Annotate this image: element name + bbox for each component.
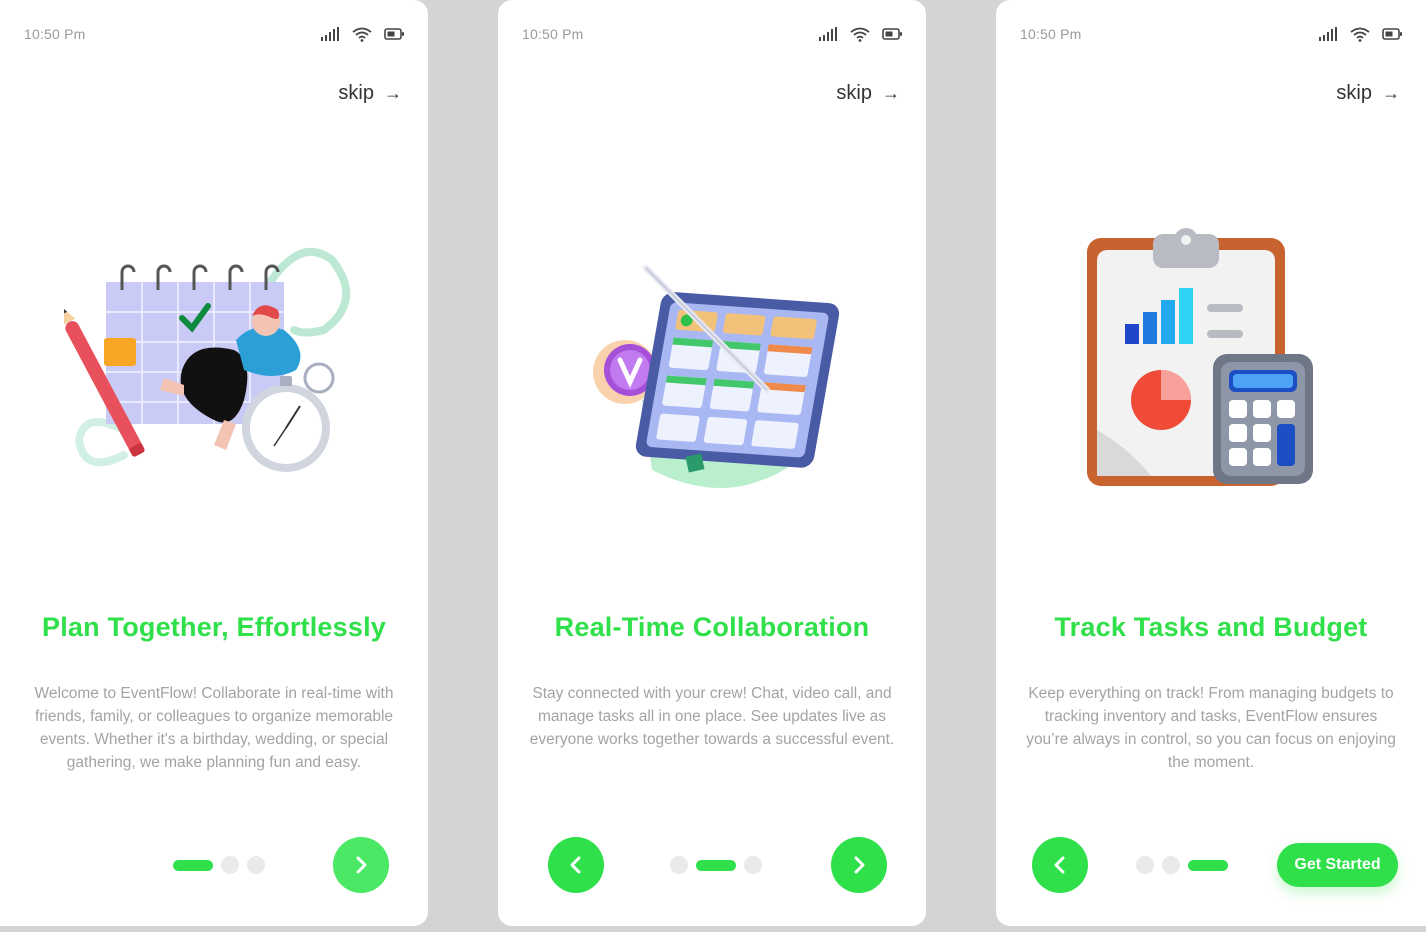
signal-icon bbox=[819, 27, 837, 41]
wifi-icon bbox=[352, 27, 372, 42]
calendar-person-stopwatch-illustration bbox=[64, 247, 351, 472]
skip-button[interactable]: skip → bbox=[1336, 82, 1400, 105]
page-dot bbox=[221, 856, 239, 874]
chevron-right-icon bbox=[356, 856, 367, 874]
onboarding-screen-collaboration: 10:50 Pm skip → Real-Time Collaboration … bbox=[498, 0, 926, 926]
page-dot bbox=[1162, 856, 1180, 874]
onboarding-description: Stay connected with your crew! Chat, vid… bbox=[529, 685, 895, 748]
chevron-left-icon bbox=[570, 856, 581, 874]
get-started-button[interactable]: Get Started bbox=[1277, 843, 1398, 887]
page-indicator bbox=[1136, 856, 1228, 874]
onboarding-screen-plan: 10:50 Pm skip → Plan Together, Effortles… bbox=[0, 0, 428, 926]
page-dot bbox=[1136, 856, 1154, 874]
status-bar: 10:50 Pm bbox=[522, 24, 902, 44]
page-dot-active bbox=[173, 859, 213, 871]
page-dot bbox=[247, 856, 265, 874]
onboarding-title: Real-Time Collaboration bbox=[554, 612, 870, 642]
onboarding-description: Welcome to EventFlow! Collaborate in rea… bbox=[34, 685, 394, 771]
skip-label: skip bbox=[836, 82, 872, 104]
onboarding-description: Keep everything on track! From managing … bbox=[1026, 685, 1396, 771]
next-button[interactable] bbox=[831, 837, 887, 893]
chevron-left-icon bbox=[1054, 856, 1065, 874]
page-indicator bbox=[173, 856, 265, 874]
arrow-right-icon: → bbox=[384, 83, 402, 103]
arrow-right-icon: → bbox=[1382, 83, 1400, 103]
skip-button[interactable]: skip → bbox=[836, 82, 900, 105]
battery-icon bbox=[1382, 28, 1402, 40]
status-icons bbox=[818, 27, 902, 42]
status-icons bbox=[320, 27, 404, 42]
back-button[interactable] bbox=[548, 837, 604, 893]
page-indicator bbox=[670, 856, 762, 874]
page-dot-active bbox=[696, 859, 736, 871]
signal-icon bbox=[321, 27, 339, 41]
onboarding-title: Track Tasks and Budget bbox=[1054, 612, 1368, 642]
chevron-right-icon bbox=[854, 856, 865, 874]
status-icons bbox=[1318, 27, 1402, 42]
wifi-icon bbox=[850, 27, 870, 42]
page-dot bbox=[670, 856, 688, 874]
status-bar: 10:50 Pm bbox=[1020, 24, 1402, 44]
status-time: 10:50 Pm bbox=[522, 26, 584, 42]
clipboard-calculator-illustration bbox=[1087, 228, 1313, 486]
page-dot bbox=[744, 856, 762, 874]
arrow-right-icon: → bbox=[882, 83, 900, 103]
skip-button[interactable]: skip → bbox=[338, 82, 402, 105]
onboarding-screen-budget: 10:50 Pm skip → Track Tasks and Budget K… bbox=[996, 0, 1426, 926]
battery-icon bbox=[882, 28, 902, 40]
onboarding-title: Plan Together, Effortlessly bbox=[42, 612, 386, 642]
page-dot-active bbox=[1188, 859, 1228, 871]
tablet-task-board-illustration bbox=[593, 265, 840, 488]
battery-icon bbox=[384, 28, 404, 40]
signal-icon bbox=[1319, 27, 1337, 41]
skip-label: skip bbox=[338, 82, 374, 104]
wifi-icon bbox=[1350, 27, 1370, 42]
back-button[interactable] bbox=[1032, 837, 1088, 893]
status-bar: 10:50 Pm bbox=[24, 24, 404, 44]
status-time: 10:50 Pm bbox=[1020, 26, 1082, 42]
skip-label: skip bbox=[1336, 82, 1372, 104]
status-time: 10:50 Pm bbox=[24, 26, 86, 42]
next-button[interactable] bbox=[333, 837, 389, 893]
